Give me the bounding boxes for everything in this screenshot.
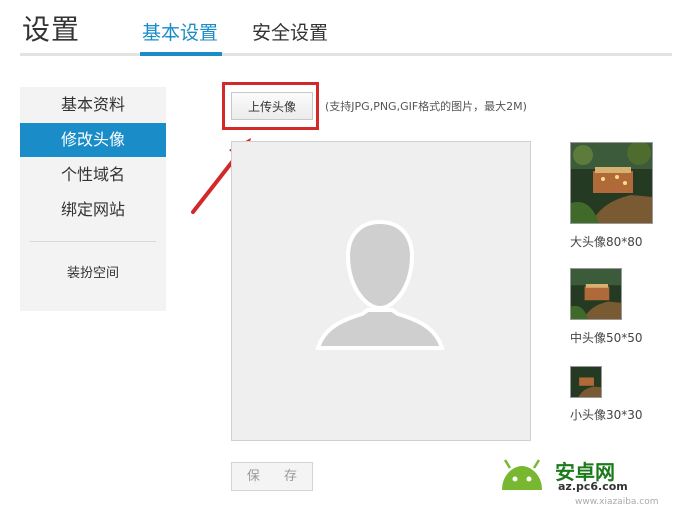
large-avatar-label: 大头像80*80 xyxy=(570,235,643,249)
sidebar: 基本资料 修改头像 个性域名 绑定网站 装扮空间 xyxy=(20,87,166,311)
small-avatar-label: 小头像30*30 xyxy=(570,408,643,422)
watermark-url: az.pc6.com xyxy=(558,480,628,493)
upload-hint-text: (支持JPG,PNG,GIF格式的图片，最大2M) xyxy=(325,100,527,113)
large-avatar-thumbnail xyxy=(570,142,653,224)
medium-avatar-thumbnail xyxy=(570,268,622,320)
sidebar-item-bind-website[interactable]: 绑定网站 xyxy=(20,193,166,227)
watermark-url-secondary: www.xiazaiba.com xyxy=(575,497,659,507)
sidebar-item-change-avatar[interactable]: 修改头像 xyxy=(20,123,166,157)
default-avatar-icon xyxy=(315,219,445,350)
sidebar-divider xyxy=(30,241,156,242)
tabs-divider xyxy=(20,53,672,56)
page-title: 设置 xyxy=(22,13,81,46)
upload-avatar-button[interactable]: 上传头像 xyxy=(231,92,313,120)
save-button[interactable]: 保 存 xyxy=(231,462,313,491)
sidebar-item-personal-domain[interactable]: 个性域名 xyxy=(20,158,166,192)
medium-avatar-label: 中头像50*50 xyxy=(570,331,643,345)
active-tab-indicator xyxy=(140,52,222,56)
android-logo-icon xyxy=(502,459,542,490)
tab-basic-settings[interactable]: 基本设置 xyxy=(142,18,218,45)
sidebar-item-basic-info[interactable]: 基本资料 xyxy=(20,88,166,122)
tab-security-settings[interactable]: 安全设置 xyxy=(252,18,328,45)
avatar-preview-area[interactable] xyxy=(231,141,531,441)
sidebar-item-decorate-space[interactable]: 装扮空间 xyxy=(20,262,166,281)
small-avatar-thumbnail xyxy=(570,366,602,398)
